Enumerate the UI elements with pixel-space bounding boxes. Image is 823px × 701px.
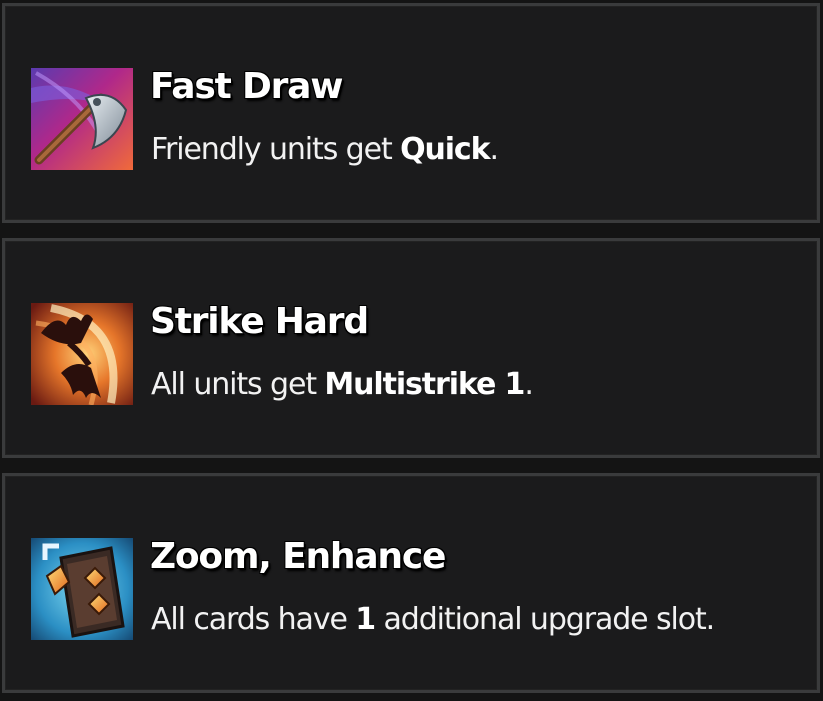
upgrade-title: Zoom, Enhance (150, 536, 446, 577)
upgrade-title: Strike Hard (150, 301, 369, 342)
upgrade-card-fast-draw[interactable]: Fast Draw Friendly units get Quick. (2, 3, 820, 223)
claw-slash-icon (31, 303, 133, 405)
keyword: Multistrike 1 (324, 367, 525, 402)
axe-icon (31, 68, 133, 170)
upgrade-card-zoom-enhance[interactable]: Zoom, Enhance All cards have 1 additiona… (2, 473, 820, 693)
upgrade-card-strike-hard[interactable]: Strike Hard All units get Multistrike 1. (2, 238, 820, 458)
keyword: 1 (355, 602, 376, 637)
card-upgrade-icon (31, 538, 133, 640)
keyword: Quick (400, 132, 490, 167)
upgrade-description: All cards have 1 additional upgrade slot… (151, 602, 715, 637)
upgrade-list: Fast Draw Friendly units get Quick. Stri… (0, 0, 823, 701)
upgrade-description: Friendly units get Quick. (151, 132, 499, 167)
upgrade-description: All units get Multistrike 1. (151, 367, 534, 402)
upgrade-title: Fast Draw (150, 66, 344, 107)
